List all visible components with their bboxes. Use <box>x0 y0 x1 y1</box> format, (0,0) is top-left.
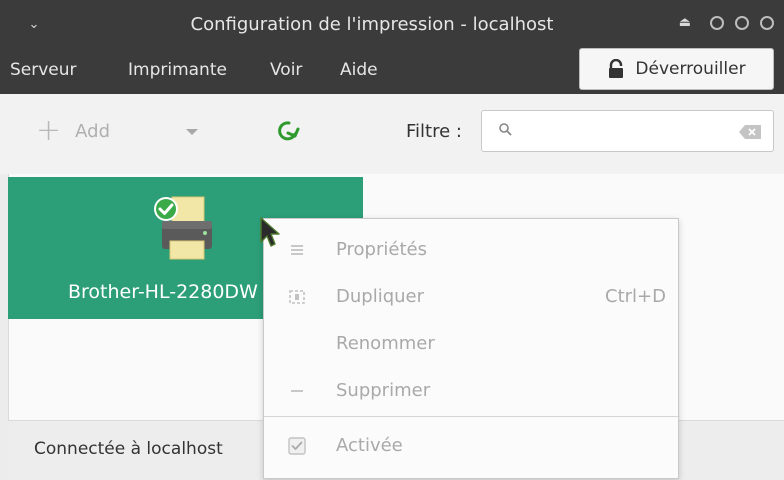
menu-aide[interactable]: Aide <box>340 60 378 80</box>
add-printer-button[interactable]: + Add <box>36 113 110 148</box>
duplicate-icon <box>288 288 306 306</box>
menu-item-supprimer[interactable]: Supprimer <box>264 368 680 414</box>
toolbar: + Add Filtre : <box>0 94 784 174</box>
refresh-icon[interactable] <box>276 118 302 148</box>
menu-separator <box>264 416 680 417</box>
mouse-pointer-icon <box>259 216 283 254</box>
unlock-button[interactable]: Déverrouiller <box>579 48 774 90</box>
printer-config-window: ⌄ Configuration de l'impression - localh… <box>0 0 784 480</box>
add-dropdown-arrow-icon[interactable] <box>186 129 198 135</box>
menu-item-activee[interactable]: Activée <box>264 423 680 469</box>
menu-item-renommer[interactable]: Renommer <box>264 321 680 367</box>
minimize-button[interactable] <box>710 15 724 30</box>
filter-field[interactable] <box>481 110 774 152</box>
connection-status: Connectée à localhost <box>34 439 223 459</box>
title-bar: ⌄ Configuration de l'impression - localh… <box>0 0 784 50</box>
menu-item-label: Propriétés <box>336 239 427 260</box>
menu-imprimante[interactable]: Imprimante <box>128 60 227 80</box>
filter-label: Filtre : <box>406 121 462 142</box>
shortcut-label: Ctrl+D <box>605 286 666 307</box>
filter-input[interactable] <box>522 119 726 140</box>
window-title: Configuration de l'impression - localhos… <box>190 14 554 35</box>
menu-item-proprietes[interactable]: Propriétés <box>264 227 680 273</box>
checkbox-icon <box>288 437 306 455</box>
menu-item-label: Supprimer <box>336 380 431 401</box>
search-icon <box>498 122 514 142</box>
lock-icon <box>607 59 625 79</box>
context-menu: Propriétés Dupliquer Ctrl+D Renommer Sup… <box>263 218 680 479</box>
close-button[interactable] <box>760 15 774 30</box>
menu-item-dupliquer[interactable]: Dupliquer Ctrl+D <box>264 274 680 320</box>
window-controls: ⏏ <box>679 15 774 30</box>
eject-icon[interactable]: ⏏ <box>679 15 691 30</box>
printer-icon <box>150 193 218 269</box>
menu-item-label: Dupliquer <box>336 286 425 307</box>
menu-voir[interactable]: Voir <box>270 60 302 80</box>
list-icon <box>288 241 306 259</box>
menu-serveur[interactable]: Serveur <box>10 60 77 80</box>
clear-icon[interactable] <box>739 124 761 143</box>
minus-icon <box>288 382 306 400</box>
menu-item-label: Activée <box>336 435 403 456</box>
menu-item-label: Renommer <box>336 333 435 354</box>
maximize-button[interactable] <box>735 15 749 30</box>
plus-icon: + <box>36 113 62 148</box>
add-label: Add <box>75 120 110 142</box>
unlock-label: Déverrouiller <box>635 59 746 79</box>
